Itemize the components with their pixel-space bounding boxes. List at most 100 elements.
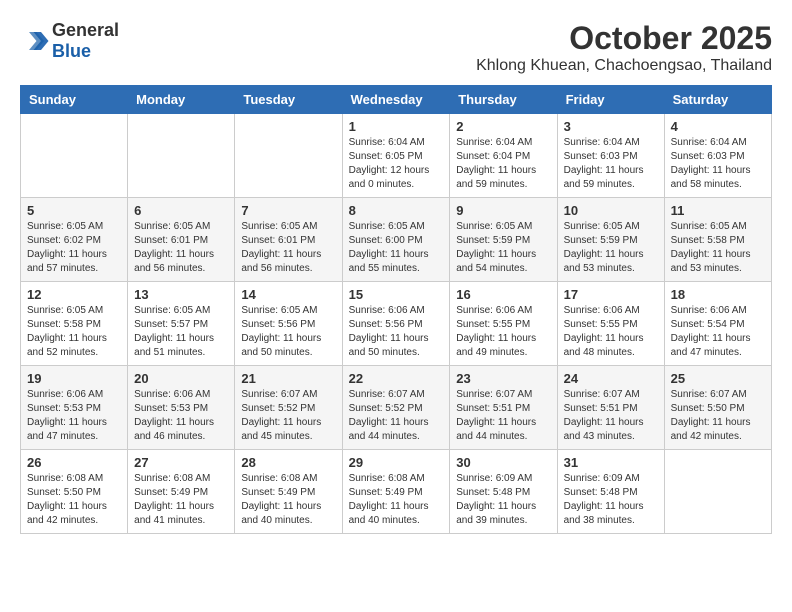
day-number: 3: [564, 119, 658, 134]
logo-text-blue: Blue: [52, 41, 91, 61]
weekday-header-sunday: Sunday: [21, 86, 128, 114]
day-cell: 10Sunrise: 6:05 AM Sunset: 5:59 PM Dayli…: [557, 198, 664, 282]
weekday-header-row: SundayMondayTuesdayWednesdayThursdayFrid…: [21, 86, 772, 114]
day-cell: 8 Sunrise: 6:05 AM Sunset: 6:00 PM Daylig…: [342, 198, 450, 282]
logo-icon: [20, 26, 50, 56]
day-info: Sunrise: 6:05 AM Sunset: 5:58 PM Dayligh…: [671, 220, 765, 276]
weekday-header-saturday: Saturday: [664, 86, 771, 114]
day-cell: [21, 114, 128, 198]
day-cell: 9 Sunrise: 6:05 AM Sunset: 5:59 PM Daylig…: [450, 198, 557, 282]
day-cell: [128, 114, 235, 198]
day-info: Sunrise: 6:05 AM Sunset: 6:01 PM Dayligh…: [134, 220, 228, 276]
day-number: 25: [671, 371, 765, 386]
week-row-1: 5 Sunrise: 6:05 AM Sunset: 6:02 PM Daylig…: [21, 198, 772, 282]
day-number: 24: [564, 371, 658, 386]
day-cell: 12Sunrise: 6:05 AM Sunset: 5:58 PM Dayli…: [21, 282, 128, 366]
day-cell: 4 Sunrise: 6:04 AM Sunset: 6:03 PM Daylig…: [664, 114, 771, 198]
day-cell: 19 Sunrise: 6:06 AM Sunset: 5:53 PM Dayli…: [21, 366, 128, 450]
day-cell: 31Sunrise: 6:09 AM Sunset: 5:48 PM Dayli…: [557, 450, 664, 534]
day-cell: [664, 450, 771, 534]
day-cell: 30 Sunrise: 6:09 AM Sunset: 5:48 PM Dayli…: [450, 450, 557, 534]
day-number: 22: [349, 371, 444, 386]
day-info: Sunrise: 6:08 AM Sunset: 5:49 PM Dayligh…: [349, 472, 444, 528]
day-info: Sunrise: 6:07 AM Sunset: 5:52 PM Dayligh…: [241, 388, 335, 444]
day-cell: [235, 114, 342, 198]
day-info: Sunrise: 6:04 AM Sunset: 6:05 PM Dayligh…: [349, 136, 444, 192]
day-number: 15: [349, 287, 444, 302]
day-number: 5: [27, 203, 121, 218]
calendar-table: SundayMondayTuesdayWednesdayThursdayFrid…: [20, 85, 772, 534]
day-number: 12: [27, 287, 121, 302]
day-info: Sunrise: 6:08 AM Sunset: 5:49 PM Dayligh…: [241, 472, 335, 528]
day-number: 6: [134, 203, 228, 218]
day-cell: 27Sunrise: 6:08 AM Sunset: 5:49 PM Dayli…: [128, 450, 235, 534]
day-info: Sunrise: 6:05 AM Sunset: 5:56 PM Dayligh…: [241, 304, 335, 360]
day-info: Sunrise: 6:09 AM Sunset: 5:48 PM Dayligh…: [456, 472, 550, 528]
location-title: Khlong Khuean, Chachoengsao, Thailand: [476, 57, 772, 75]
day-cell: 11Sunrise: 6:05 AM Sunset: 5:58 PM Dayli…: [664, 198, 771, 282]
day-number: 14: [241, 287, 335, 302]
day-number: 18: [671, 287, 765, 302]
day-cell: 26Sunrise: 6:08 AM Sunset: 5:50 PM Dayli…: [21, 450, 128, 534]
day-info: Sunrise: 6:06 AM Sunset: 5:53 PM Dayligh…: [27, 388, 121, 444]
day-info: Sunrise: 6:04 AM Sunset: 6:03 PM Dayligh…: [564, 136, 658, 192]
day-info: Sunrise: 6:04 AM Sunset: 6:03 PM Dayligh…: [671, 136, 765, 192]
day-number: 16: [456, 287, 550, 302]
weekday-header-thursday: Thursday: [450, 86, 557, 114]
day-info: Sunrise: 6:07 AM Sunset: 5:51 PM Dayligh…: [564, 388, 658, 444]
day-info: Sunrise: 6:05 AM Sunset: 6:00 PM Dayligh…: [349, 220, 444, 276]
day-info: Sunrise: 6:05 AM Sunset: 6:01 PM Dayligh…: [241, 220, 335, 276]
weekday-header-monday: Monday: [128, 86, 235, 114]
day-number: 23: [456, 371, 550, 386]
day-info: Sunrise: 6:06 AM Sunset: 5:56 PM Dayligh…: [349, 304, 444, 360]
day-cell: 7 Sunrise: 6:05 AM Sunset: 6:01 PM Daylig…: [235, 198, 342, 282]
header: General Blue October 2025 Khlong Khuean,…: [20, 20, 772, 75]
logo: General Blue: [20, 20, 119, 62]
day-cell: 20 Sunrise: 6:06 AM Sunset: 5:53 PM Dayli…: [128, 366, 235, 450]
day-number: 17: [564, 287, 658, 302]
day-number: 9: [456, 203, 550, 218]
day-cell: 25 Sunrise: 6:07 AM Sunset: 5:50 PM Dayli…: [664, 366, 771, 450]
week-row-3: 19 Sunrise: 6:06 AM Sunset: 5:53 PM Dayli…: [21, 366, 772, 450]
week-row-0: 1Sunrise: 6:04 AM Sunset: 6:05 PM Daylig…: [21, 114, 772, 198]
day-info: Sunrise: 6:06 AM Sunset: 5:55 PM Dayligh…: [456, 304, 550, 360]
day-cell: 5 Sunrise: 6:05 AM Sunset: 6:02 PM Daylig…: [21, 198, 128, 282]
day-number: 20: [134, 371, 228, 386]
day-number: 13: [134, 287, 228, 302]
day-number: 10: [564, 203, 658, 218]
day-cell: 17 Sunrise: 6:06 AM Sunset: 5:55 PM Dayli…: [557, 282, 664, 366]
day-number: 7: [241, 203, 335, 218]
day-cell: 2 Sunrise: 6:04 AM Sunset: 6:04 PM Daylig…: [450, 114, 557, 198]
day-cell: 18Sunrise: 6:06 AM Sunset: 5:54 PM Dayli…: [664, 282, 771, 366]
day-number: 28: [241, 455, 335, 470]
day-info: Sunrise: 6:07 AM Sunset: 5:51 PM Dayligh…: [456, 388, 550, 444]
day-cell: 3 Sunrise: 6:04 AM Sunset: 6:03 PM Daylig…: [557, 114, 664, 198]
day-cell: 13Sunrise: 6:05 AM Sunset: 5:57 PM Dayli…: [128, 282, 235, 366]
day-info: Sunrise: 6:04 AM Sunset: 6:04 PM Dayligh…: [456, 136, 550, 192]
month-title: October 2025: [476, 20, 772, 57]
weekday-header-tuesday: Tuesday: [235, 86, 342, 114]
day-cell: 21Sunrise: 6:07 AM Sunset: 5:52 PM Dayli…: [235, 366, 342, 450]
day-cell: 14 Sunrise: 6:05 AM Sunset: 5:56 PM Dayli…: [235, 282, 342, 366]
day-info: Sunrise: 6:07 AM Sunset: 5:52 PM Dayligh…: [349, 388, 444, 444]
week-row-4: 26Sunrise: 6:08 AM Sunset: 5:50 PM Dayli…: [21, 450, 772, 534]
day-cell: 29Sunrise: 6:08 AM Sunset: 5:49 PM Dayli…: [342, 450, 450, 534]
day-number: 30: [456, 455, 550, 470]
day-cell: 23 Sunrise: 6:07 AM Sunset: 5:51 PM Dayli…: [450, 366, 557, 450]
day-info: Sunrise: 6:07 AM Sunset: 5:50 PM Dayligh…: [671, 388, 765, 444]
day-cell: 16 Sunrise: 6:06 AM Sunset: 5:55 PM Dayli…: [450, 282, 557, 366]
day-cell: 6 Sunrise: 6:05 AM Sunset: 6:01 PM Daylig…: [128, 198, 235, 282]
day-info: Sunrise: 6:06 AM Sunset: 5:53 PM Dayligh…: [134, 388, 228, 444]
weekday-header-wednesday: Wednesday: [342, 86, 450, 114]
day-number: 4: [671, 119, 765, 134]
day-info: Sunrise: 6:05 AM Sunset: 5:59 PM Dayligh…: [456, 220, 550, 276]
day-info: Sunrise: 6:05 AM Sunset: 6:02 PM Dayligh…: [27, 220, 121, 276]
day-info: Sunrise: 6:08 AM Sunset: 5:49 PM Dayligh…: [134, 472, 228, 528]
day-cell: 24 Sunrise: 6:07 AM Sunset: 5:51 PM Dayli…: [557, 366, 664, 450]
day-info: Sunrise: 6:06 AM Sunset: 5:55 PM Dayligh…: [564, 304, 658, 360]
day-info: Sunrise: 6:08 AM Sunset: 5:50 PM Dayligh…: [27, 472, 121, 528]
day-number: 2: [456, 119, 550, 134]
day-number: 19: [27, 371, 121, 386]
day-number: 8: [349, 203, 444, 218]
day-cell: 22 Sunrise: 6:07 AM Sunset: 5:52 PM Dayli…: [342, 366, 450, 450]
